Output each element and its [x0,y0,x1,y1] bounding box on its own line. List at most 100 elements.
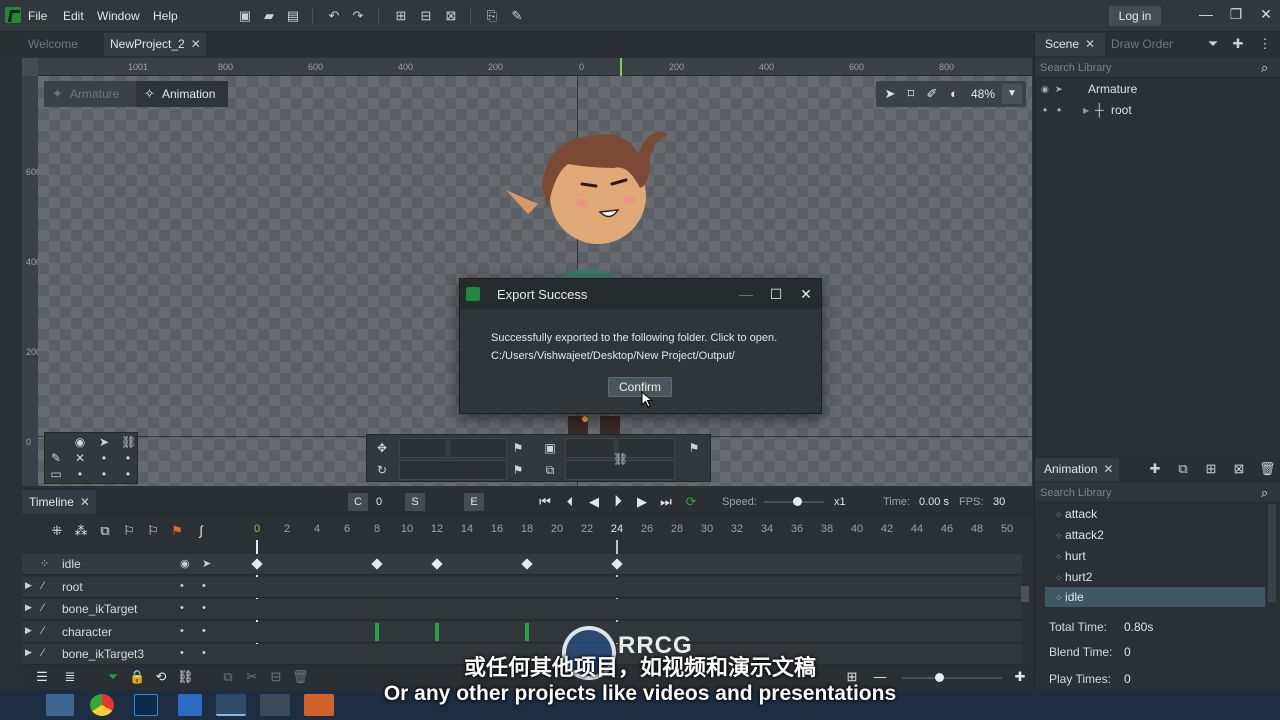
confirm-button[interactable]: Confirm [608,377,672,397]
tab-scene[interactable]: Scene ✕ [1035,33,1105,56]
keyframe-marker[interactable] [431,558,443,570]
scale-icon[interactable]: ⧉ [543,463,557,477]
minimize-icon[interactable]: — [1196,4,1216,24]
visibility-toggle-icon[interactable]: • [180,580,184,592]
edit-icon[interactable]: ✎ [509,8,525,24]
keyframe-marker[interactable] [521,558,533,570]
flag-in-icon[interactable]: ⚐ [121,522,137,540]
animation-search-input[interactable]: Search Library ⌕ [1035,483,1280,503]
lock-icon[interactable]: ➤ [1055,79,1063,100]
tab-animation[interactable]: Animation ✕ [1035,458,1119,481]
animation-item-idle[interactable]: ⁘ idle [1045,587,1265,607]
save-icon[interactable]: ▤ [285,8,301,24]
menu-help[interactable]: Help [153,9,178,23]
event-flag-icon[interactable]: ⚑ [169,522,185,540]
tab-newproject[interactable]: NewProject_2 ✕ [104,33,206,56]
visibility-icon[interactable]: ◉ [1041,79,1049,100]
keyframe-flag-icon[interactable]: ⚑ [687,441,701,455]
chain-icon[interactable]: ⛓ [121,435,136,449]
close-tab-icon[interactable]: ✕ [1103,462,1113,476]
image-icon[interactable]: ▭ [49,467,63,481]
dot-icon[interactable]: • [121,451,135,465]
undo-icon[interactable]: ↶ [326,8,342,24]
pen-icon[interactable]: ✎ [49,451,63,465]
next-frame-icon[interactable]: ▶ [634,493,650,511]
scene-search-input[interactable]: Search Library ⌕ [1035,58,1280,78]
open-folder-icon[interactable]: ▰ [261,8,277,24]
search-icon[interactable]: ⌕ [1261,58,1268,78]
add-animation-icon[interactable]: ✚ [1147,461,1163,477]
key-slot-icon[interactable]: ⧉ [97,522,113,540]
e-button[interactable]: E [464,493,484,511]
visibility-toggle-icon[interactable]: ◉ [180,557,190,570]
delete-icon[interactable]: 🗑 [1259,461,1276,477]
zoom-dropdown[interactable]: ▼ [1002,84,1022,104]
flag-out-icon[interactable]: ⚐ [145,522,161,540]
keyframe-marker[interactable] [435,622,439,641]
c-button[interactable]: C [348,493,368,511]
onion-skin-icon[interactable]: ◐ [946,86,962,102]
rotate-icon[interactable]: ↻ [375,463,389,477]
add-icon[interactable]: ✚ [1230,36,1246,52]
tree-row-root[interactable]: • • ▶ ┼ root [1035,100,1280,121]
dot-icon[interactable]: • [1043,100,1047,121]
search-icon[interactable]: ⌕ [1261,483,1268,503]
scale-x-field[interactable] [565,438,615,458]
select-cursor-icon[interactable]: ➤ [882,86,898,102]
armature-mode-button[interactable]: ✦ Armature [44,81,134,107]
bone-track-row[interactable]: ▶ ⁄ root • • [22,576,1022,598]
scale-icon[interactable]: ▣ [543,441,557,455]
more-icon[interactable]: ⋮ [1257,36,1273,52]
transform-box-icon[interactable]: ⌑ [903,86,919,102]
keyframe-marker[interactable] [525,622,529,641]
animation-item-attack[interactable]: ⁘ attack [1045,504,1265,524]
expand-arrow-icon[interactable]: ▶ [1083,100,1089,121]
translate-x-field[interactable] [399,438,447,458]
lock-toggle-icon[interactable]: • [202,602,206,614]
speed-slider[interactable] [764,497,824,506]
filter-icon[interactable]: ⏷ [1205,36,1221,52]
frame-ruler[interactable]: 0 2 4 6 8 10 12 14 16 18 20 22 24 26 28 30 32 34 36 38 40 42 4… [244,518,1034,540]
s-button[interactable]: S [405,493,425,511]
export-path-link[interactable]: C:/Users/Vishwajeet/Desktop/New Project/… [491,350,735,362]
x-icon[interactable]: ✕ [73,451,87,465]
login-button[interactable]: Log in [1109,6,1161,26]
keyframe-flag-icon[interactable]: ⚑ [511,441,525,455]
tree-row-armature[interactable]: ◉ ➤ Armature [1035,79,1280,100]
play-icon[interactable]: ⏵ [610,493,626,511]
tab-welcome[interactable]: Welcome [22,33,104,56]
animation-track-row[interactable]: ⁘ idle ◉ ➤ [22,554,1022,575]
close-icon[interactable]: ✕ [1256,4,1276,24]
c-value[interactable]: 0 [372,493,386,511]
visibility-toggle-icon[interactable]: • [180,602,184,614]
first-frame-icon[interactable]: ⏮ [537,493,553,511]
rotation-field[interactable] [399,460,507,480]
tracks-scrollbar-thumb[interactable] [1021,586,1029,602]
bone-track-row[interactable]: ▶ ⁄ character • • [22,621,1022,643]
dot-icon[interactable]: • [1057,100,1061,121]
last-frame-icon[interactable]: ⏭ [658,493,674,511]
lock-toggle-icon[interactable]: • [202,625,206,637]
tab-draw-order[interactable]: Draw Order [1111,33,1173,56]
expand-arrow-icon[interactable]: ▶ [25,580,32,591]
import-icon[interactable]: ⊞ [393,8,409,24]
eye-icon[interactable]: ◉ [73,435,87,449]
new-project-icon[interactable]: ▣ [237,8,253,24]
menu-window[interactable]: Window [97,9,140,23]
key-bone-icon[interactable]: ⁂ [73,522,89,540]
dot-icon[interactable]: • [121,467,135,481]
visibility-toggle-icon[interactable]: • [180,625,184,637]
export-folder-icon[interactable]: ⊠ [443,8,459,24]
lock-toggle-icon[interactable]: • [202,580,206,592]
fps-value[interactable]: 30 [993,493,1005,511]
tab-timeline[interactable]: Timeline ✕ [22,490,96,514]
link-icon[interactable]: ⛓ [613,452,628,466]
close-tab-icon[interactable]: ✕ [80,495,90,509]
keyframe-marker[interactable] [371,558,383,570]
restore-icon[interactable]: ❐ [1226,4,1246,24]
translate-y-field[interactable] [449,438,507,458]
dot-icon[interactable]: • [73,467,87,481]
redo-icon[interactable]: ↷ [350,8,366,24]
minimize-icon[interactable]: — [735,283,757,305]
key-all-icon[interactable]: ⁜ [49,522,65,540]
